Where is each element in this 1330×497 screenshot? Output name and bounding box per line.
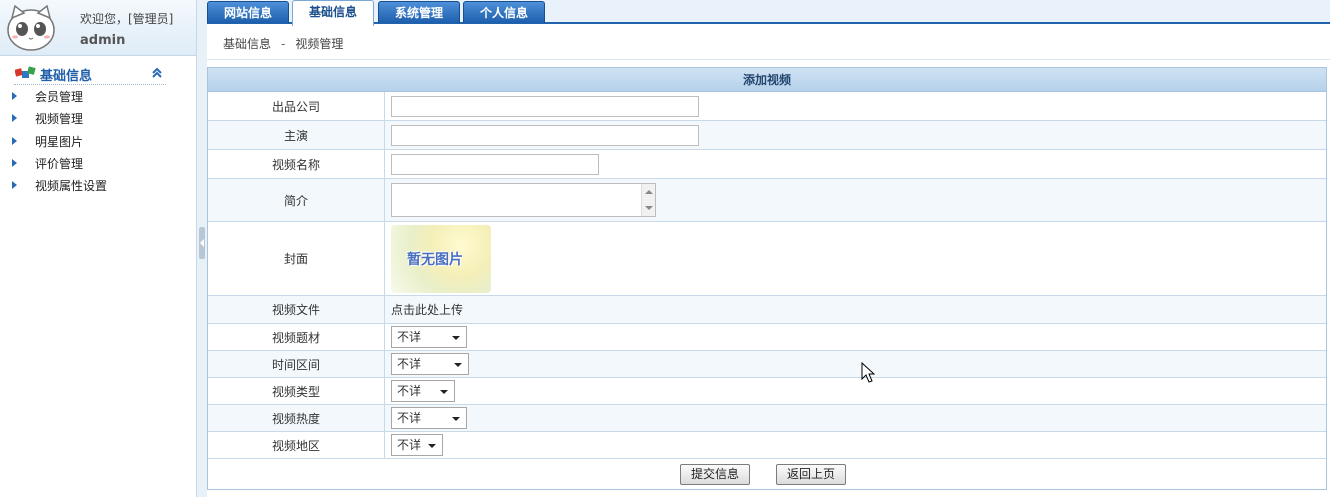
tab-system-management[interactable]: 系统管理: [378, 1, 460, 23]
colored-blocks-icon: [15, 66, 36, 78]
dropdown-arrow-icon: [454, 363, 462, 367]
sidebar-divider: [14, 84, 166, 85]
breadcrumb: 基础信息 - 视频管理: [223, 35, 343, 52]
caret-right-icon: [12, 92, 17, 100]
form-row-video-name: 视频名称: [208, 150, 1326, 179]
form-row-actor: 主演: [208, 121, 1326, 150]
cat-avatar-icon: [7, 4, 55, 51]
sidebar-item-label: 视频属性设置: [35, 179, 108, 194]
actor-label: 主演: [208, 121, 385, 149]
form-title: 添加视频: [208, 68, 1326, 92]
dropdown-arrow-icon: [452, 417, 460, 421]
scroll-up-icon[interactable]: [645, 190, 653, 194]
intro-label: 简介: [208, 179, 385, 221]
scroll-down-icon[interactable]: [645, 206, 653, 210]
tab-basic-info[interactable]: 基础信息: [292, 0, 374, 26]
heat-select-value: 不详: [397, 411, 422, 425]
left-sidebar: 欢迎您，[管理员] admin 基础信息 会员管理 视频管理 明星图片 评价管理…: [0, 0, 197, 497]
form-row-intro: 简介: [208, 179, 1326, 222]
caret-right-icon: [12, 158, 17, 167]
intro-textarea[interactable]: [391, 183, 656, 217]
theme-select-value: 不详: [397, 330, 422, 344]
sidebar-item-star-photos[interactable]: 明星图片: [0, 132, 107, 154]
textarea-scrollbar[interactable]: [641, 184, 655, 216]
welcome-text: 欢迎您，[管理员]: [80, 12, 174, 26]
caret-right-icon: [12, 136, 17, 145]
sidebar-section-title: 基础信息: [40, 69, 93, 84]
company-input[interactable]: [391, 95, 699, 117]
user-info-panel: 欢迎您，[管理员] admin: [0, 0, 196, 56]
double-chevron-up-icon[interactable]: [150, 66, 164, 80]
cover-image-placeholder[interactable]: 暂无图片: [391, 224, 491, 293]
collapse-sidebar-handle[interactable]: [199, 227, 205, 259]
caret-right-icon: [12, 114, 17, 123]
caret-right-icon: [12, 181, 17, 190]
theme-select[interactable]: 不详: [391, 326, 467, 348]
form-row-company: 出品公司: [208, 92, 1326, 121]
sidebar-item-reviews[interactable]: 评价管理: [0, 154, 107, 176]
breadcrumb-bar: 基础信息 - 视频管理: [207, 26, 1330, 60]
period-select-value: 不详: [397, 357, 422, 371]
sidebar-item-video-attributes[interactable]: 视频属性设置: [0, 176, 107, 198]
sidebar-item-label: 会员管理: [35, 90, 84, 104]
type-select-value: 不详: [397, 384, 422, 398]
theme-label: 视频题材: [208, 324, 385, 350]
tab-site-info[interactable]: 网站信息: [207, 1, 289, 23]
add-video-form: 添加视频 出品公司 主演 视频名称 简介 封面 暂无图片 视频文件 点击此处上传…: [207, 67, 1327, 490]
video-name-input[interactable]: [391, 153, 599, 175]
sidebar-item-members[interactable]: 会员管理: [0, 87, 107, 109]
dropdown-arrow-icon: [452, 336, 460, 340]
video-name-label: 视频名称: [208, 150, 385, 178]
form-row-heat: 视频热度 不详: [208, 405, 1326, 432]
actor-input[interactable]: [391, 124, 699, 146]
back-button[interactable]: 返回上页: [776, 464, 847, 485]
form-actions: 提交信息 返回上页: [208, 459, 1326, 489]
sidebar-item-label: 评价管理: [35, 156, 84, 171]
type-select[interactable]: 不详: [391, 380, 455, 402]
breadcrumb-current: 视频管理: [295, 37, 344, 51]
dropdown-arrow-icon: [428, 444, 436, 448]
top-tab-bar: 网站信息 基础信息 系统管理 个人信息: [207, 0, 1330, 26]
cover-label: 封面: [208, 222, 385, 295]
sidebar-section-header[interactable]: 基础信息: [0, 62, 197, 84]
breadcrumb-root[interactable]: 基础信息: [223, 37, 271, 51]
form-row-cover: 封面 暂无图片: [208, 222, 1326, 296]
breadcrumb-separator: -: [281, 37, 286, 51]
submit-button[interactable]: 提交信息: [680, 464, 751, 485]
sidebar-menu: 会员管理 视频管理 明星图片 评价管理 视频属性设置: [0, 87, 107, 198]
heat-select[interactable]: 不详: [391, 407, 467, 429]
dropdown-arrow-icon: [440, 390, 448, 394]
form-row-theme: 视频题材 不详: [208, 324, 1326, 351]
video-file-label: 视频文件: [208, 296, 385, 323]
sidebar-item-label: 视频管理: [35, 112, 84, 127]
company-label: 出品公司: [208, 92, 385, 120]
form-row-type: 视频类型 不详: [208, 378, 1326, 405]
region-select[interactable]: 不详: [391, 434, 443, 456]
sidebar-item-videos[interactable]: 视频管理: [0, 109, 107, 131]
region-label: 视频地区: [208, 432, 385, 458]
region-select-value: 不详: [397, 438, 422, 452]
tab-personal-info[interactable]: 个人信息: [463, 1, 545, 23]
period-select[interactable]: 不详: [391, 353, 469, 375]
mouse-pointer-icon: [861, 362, 875, 383]
sidebar-splitter[interactable]: [196, 0, 207, 497]
form-row-region: 视频地区 不详: [208, 432, 1326, 459]
no-image-text: 暂无图片: [407, 251, 463, 268]
form-rows: 出品公司 主演 视频名称 简介 封面 暂无图片 视频文件 点击此处上传 视频题材…: [208, 92, 1326, 459]
form-row-video-file: 视频文件 点击此处上传: [208, 296, 1326, 324]
period-label: 时间区间: [208, 351, 385, 377]
form-row-period: 时间区间 不详: [208, 351, 1326, 378]
username: admin: [80, 33, 126, 48]
type-label: 视频类型: [208, 378, 385, 404]
heat-label: 视频热度: [208, 405, 385, 431]
upload-link[interactable]: 点击此处上传: [391, 301, 463, 318]
sidebar-item-label: 明星图片: [35, 134, 84, 149]
